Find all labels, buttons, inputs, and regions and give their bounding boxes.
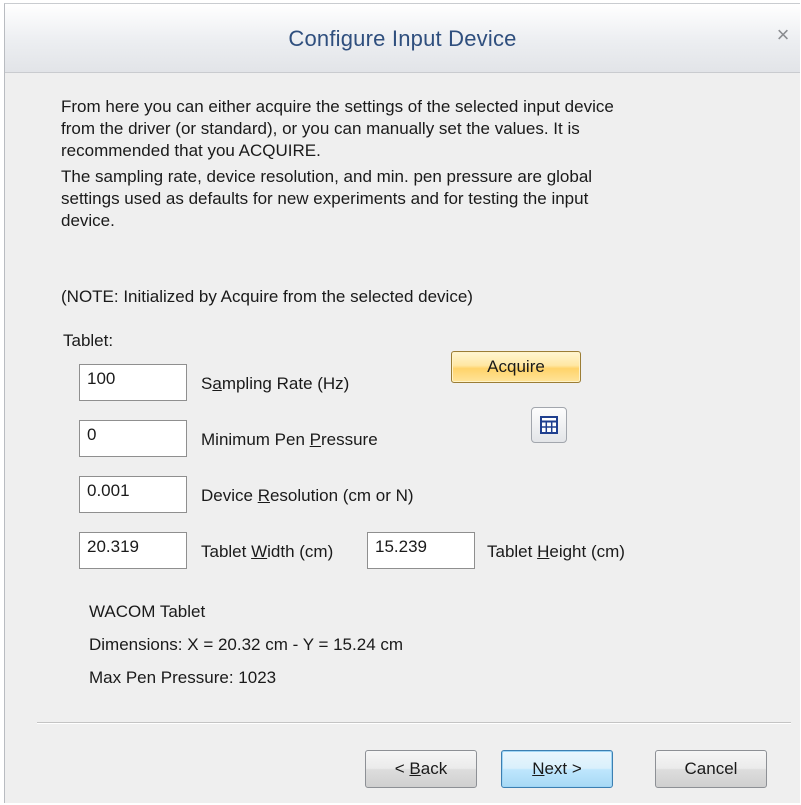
next-button[interactable]: Next > xyxy=(501,750,613,788)
sampling-rate-label: Sampling Rate (Hz) xyxy=(201,374,350,393)
tablet-width-label: Tablet Width (cm) xyxy=(201,542,334,561)
global-settings-paragraph: The sampling rate, device resolution, an… xyxy=(61,167,593,230)
tablet-width-input[interactable]: 20.319 xyxy=(79,532,187,569)
footer-divider xyxy=(37,722,791,724)
intro-paragraph: From here you can either acquire the set… xyxy=(61,97,614,160)
min-pen-pressure-label: Minimum Pen Pressure xyxy=(201,430,378,449)
configure-input-device-dialog: Configure Input Device × From here you c… xyxy=(4,3,800,803)
tablet-section-label: Tablet: xyxy=(63,331,114,350)
back-button[interactable]: < Back xyxy=(365,750,477,788)
close-icon[interactable]: × xyxy=(772,23,794,47)
calculator-icon xyxy=(540,416,558,434)
min-pen-pressure-input[interactable]: 0 xyxy=(79,420,187,457)
device-max-pressure: Max Pen Pressure: 1023 xyxy=(89,668,277,687)
acquire-button[interactable]: Acquire xyxy=(451,351,581,383)
title-bar[interactable]: Configure Input Device × xyxy=(5,4,800,73)
device-resolution-label: Device Resolution (cm or N) xyxy=(201,486,414,505)
sampling-rate-input[interactable]: 100 xyxy=(79,364,187,401)
device-resolution-input[interactable]: 0.001 xyxy=(79,476,187,513)
device-name: WACOM Tablet xyxy=(89,602,206,621)
tablet-height-input[interactable]: 15.239 xyxy=(367,532,475,569)
dialog-title: Configure Input Device xyxy=(288,26,517,51)
note-text: (NOTE: Initialized by Acquire from the s… xyxy=(61,287,473,306)
calculator-button[interactable] xyxy=(531,407,567,443)
device-dimensions: Dimensions: X = 20.32 cm - Y = 15.24 cm xyxy=(89,635,404,654)
cancel-button[interactable]: Cancel xyxy=(655,750,767,788)
tablet-height-label: Tablet Height (cm) xyxy=(487,542,625,561)
